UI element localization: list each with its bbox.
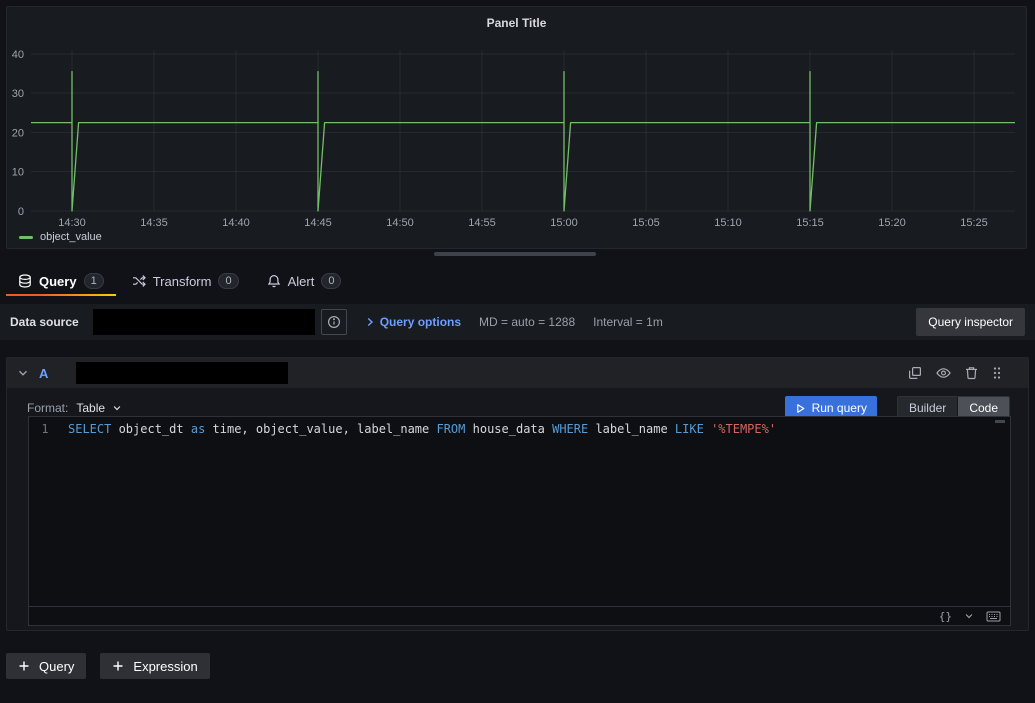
query-row-header: A [7,358,1028,388]
chevron-down-icon [17,367,29,379]
play-icon [795,403,806,414]
query-datasource-picker[interactable] [76,362,289,384]
tab-alert-badge: 0 [321,273,342,289]
tab-alert-label: Alert [287,273,315,289]
run-query-label: Run query [811,401,867,415]
tab-transform[interactable]: Transform 0 [118,266,253,296]
add-query-button[interactable]: Query [6,653,87,679]
svg-text:15:20: 15:20 [878,217,906,229]
svg-text:14:30: 14:30 [58,217,86,229]
svg-text:15:25: 15:25 [960,217,988,229]
tab-query-label: Query [39,273,77,289]
svg-text:14:50: 14:50 [386,217,414,229]
add-query-label: Query [39,658,75,674]
chevron-down-icon[interactable] [964,611,974,621]
svg-text:15:10: 15:10 [714,217,742,229]
svg-text:20: 20 [12,128,24,140]
svg-text:0: 0 [18,206,24,218]
svg-text:14:35: 14:35 [140,217,168,229]
code-editor-area[interactable]: 1 SELECT object_dt as time, object_value… [29,417,1010,606]
svg-text:14:45: 14:45 [304,217,332,229]
datasource-label: Data source [10,315,79,329]
interval-text: Interval = 1m [593,315,663,329]
hide-query-eye-icon[interactable] [936,367,951,379]
tab-query[interactable]: Query 1 [4,266,118,296]
svg-text:15:15: 15:15 [796,217,824,229]
panel: Panel Title 0 10 20 30 40 14:30 14:35 14:40 14:4… [6,6,1027,249]
panel-resize-handle[interactable] [434,252,596,256]
chevron-down-icon [112,403,122,413]
tab-transform-label: Transform [152,273,212,289]
legend-series-swatch [19,235,33,239]
legend-item[interactable]: object_value [19,231,102,243]
duplicate-query-icon[interactable] [908,366,922,380]
line-number: 1 [41,422,49,436]
info-circle-icon [327,315,341,329]
legend-series-label: object_value [40,231,102,243]
query-options-toggle[interactable]: Query options [365,315,461,329]
query-header-actions [908,366,1018,380]
chevron-right-icon [365,317,375,327]
format-select[interactable]: Table [76,401,122,415]
svg-text:40: 40 [12,49,24,61]
svg-text:14:40: 14:40 [222,217,250,229]
edit-pane-tabs: Query 1 Transform 0 Alert 0 [4,266,1027,296]
editor-scrollbar[interactable] [995,420,1005,423]
plus-icon [18,660,30,672]
keyboard-shortcuts-icon[interactable] [986,611,1001,622]
format-document-button[interactable]: {} [939,610,952,623]
format-label: Format: [27,401,69,415]
database-icon [18,274,32,288]
drag-handle-grip-icon[interactable] [992,366,1002,380]
bell-icon [267,274,281,288]
datasource-bar: Data source Query options MD = auto = 12… [0,304,1035,340]
query-row-card: A Format: Table Run query Builder Code 1… [6,357,1029,631]
add-expression-label: Expression [133,658,198,674]
panel-title[interactable]: Panel Title [7,7,1026,30]
format-select-value: Table [76,401,106,415]
plus-icon [112,660,124,672]
tab-query-badge: 1 [83,273,104,289]
sql-code-line: SELECT object_dt as time, object_value, … [68,422,777,436]
editor-footer: {} [29,606,1010,625]
datasource-help-button[interactable] [320,309,347,335]
query-ref-id: A [39,365,49,381]
add-expression-button[interactable]: Expression [100,653,210,679]
collapse-query-button[interactable] [17,367,29,379]
svg-text:14:55: 14:55 [468,217,496,229]
time-series-chart: 0 10 20 30 40 14:30 14:35 14:40 14:45 14:50 14:55 1… [12,49,1015,229]
datasource-picker[interactable] [92,309,315,335]
shuffle-icon [132,274,146,288]
svg-text:15:00: 15:00 [550,217,578,229]
svg-text:15:05: 15:05 [632,217,660,229]
svg-text:10: 10 [12,167,24,179]
max-data-points-text: MD = auto = 1288 [479,315,576,329]
sql-code-editor[interactable]: 1 SELECT object_dt as time, object_value… [28,416,1011,626]
query-inspector-button[interactable]: Query inspector [916,308,1025,336]
footer-actions: Query Expression [6,653,210,679]
tab-transform-badge: 0 [218,273,239,289]
query-options-label: Query options [379,315,462,329]
delete-query-trash-icon[interactable] [965,366,978,380]
svg-text:30: 30 [12,88,24,100]
tab-alert[interactable]: Alert 0 [253,266,356,296]
